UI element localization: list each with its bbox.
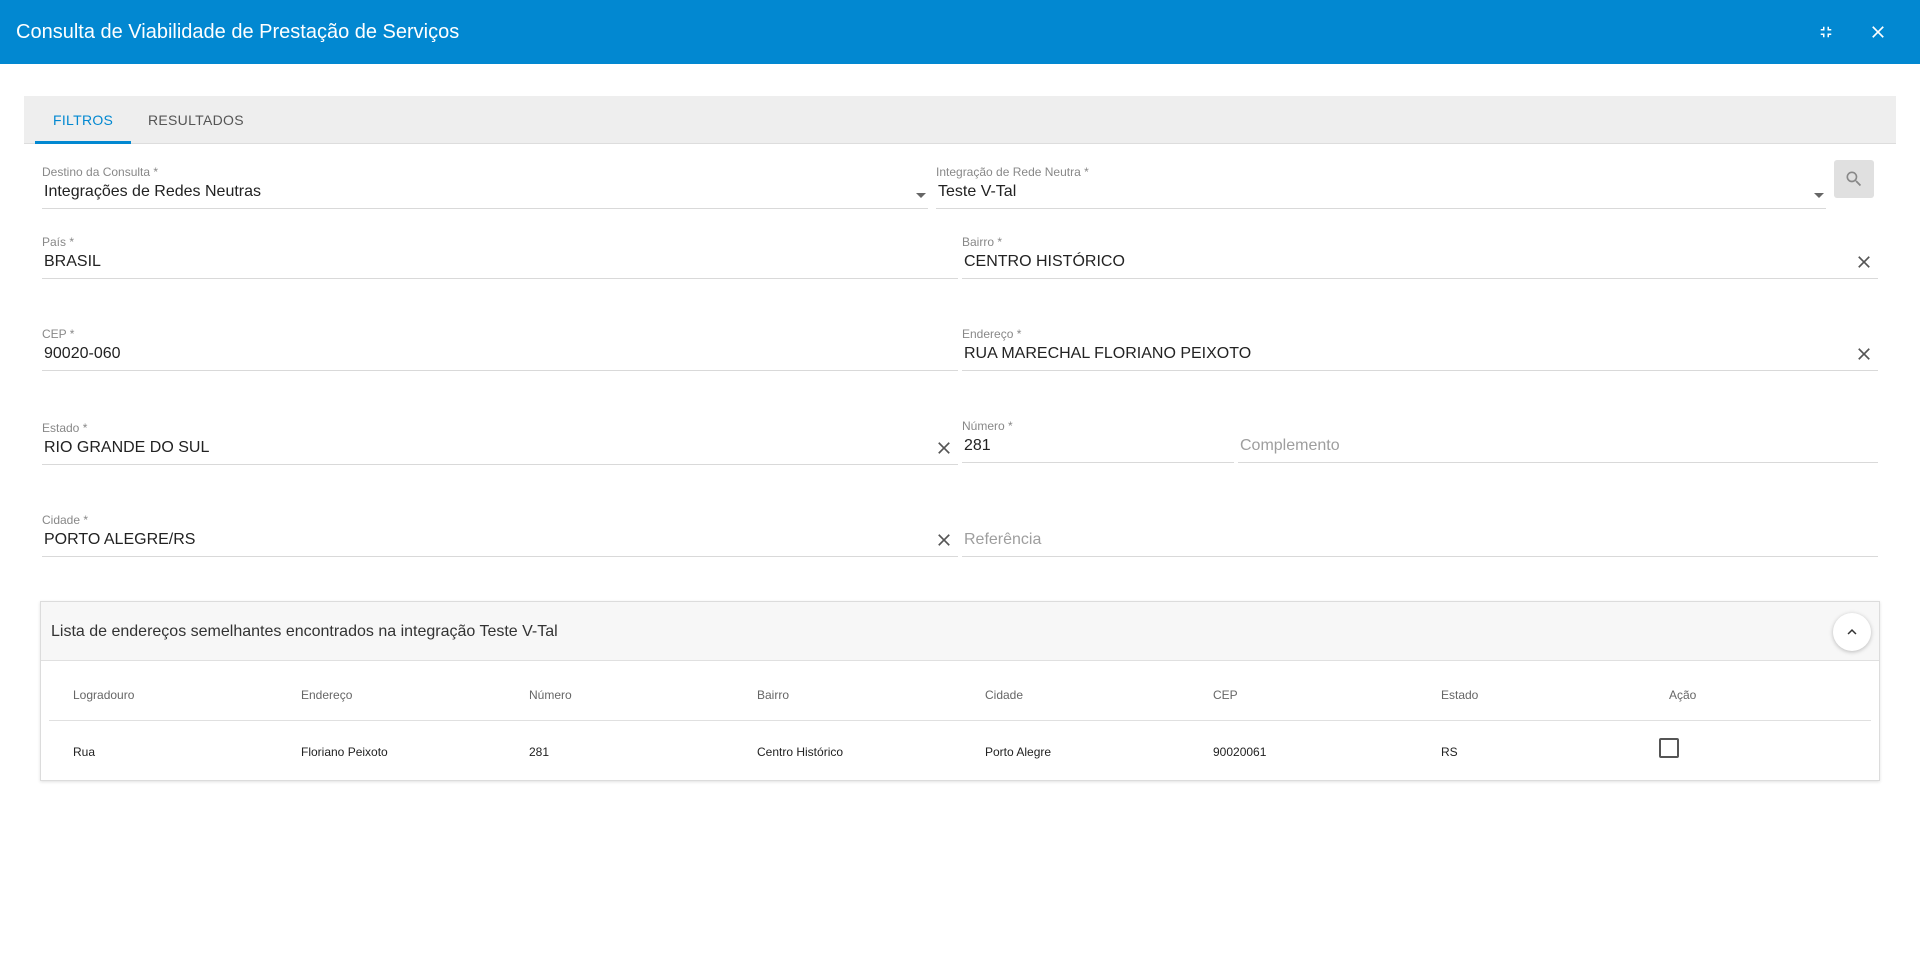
field-label: Endereço *: [962, 327, 1022, 341]
field-label: Bairro *: [962, 235, 1003, 249]
field-value: Integrações de Redes Neutras: [44, 183, 262, 200]
panel-header[interactable]: Lista de endereços semelhantes encontrad…: [41, 602, 1879, 661]
complemento-field[interactable]: Complemento: [1238, 419, 1878, 463]
field-value: Teste V-Tal: [938, 183, 1017, 200]
field-value: CENTRO HISTÓRICO: [964, 253, 1125, 270]
field-placeholder: Complemento: [1240, 437, 1340, 454]
field-placeholder: Referência: [964, 531, 1042, 548]
tab-resultados[interactable]: RESULTADOS: [130, 96, 262, 144]
cell-cep: 90020061: [1213, 745, 1267, 759]
dropdown-arrow-icon[interactable]: [916, 193, 926, 198]
field-label: Cidade *: [42, 513, 89, 527]
column-header-acao: Ação: [1669, 688, 1697, 702]
collapse-panel-button[interactable]: [1833, 613, 1871, 651]
close-icon: [1872, 26, 1884, 38]
field-value: RUA MARECHAL FLORIANO PEIXOTO: [964, 345, 1252, 362]
chevron-up-icon: [1847, 629, 1857, 635]
cep-field[interactable]: CEP * 90020-060: [42, 327, 958, 371]
close-button[interactable]: [1862, 16, 1894, 48]
field-label: Número *: [962, 419, 1013, 433]
field-label: País *: [42, 235, 75, 249]
tab-bar: FILTROS RESULTADOS: [24, 96, 1896, 144]
field-value: RIO GRANDE DO SUL: [44, 439, 210, 456]
endereco-field[interactable]: Endereço * RUA MARECHAL FLORIANO PEIXOTO: [962, 327, 1878, 371]
clear-icon[interactable]: [934, 438, 954, 458]
bairro-field[interactable]: Bairro * CENTRO HISTÓRICO: [962, 235, 1878, 279]
field-label: Integração de Rede Neutra *: [936, 165, 1089, 179]
panel-title: Lista de endereços semelhantes encontrad…: [51, 623, 558, 640]
similar-addresses-panel: Lista de endereços semelhantes encontrad…: [40, 601, 1880, 781]
cell-endereco: Floriano Peixoto: [301, 745, 388, 759]
window-title: Consulta de Viabilidade de Prestação de …: [16, 21, 460, 43]
field-label: Destino da Consulta *: [42, 165, 159, 179]
clear-icon[interactable]: [1854, 252, 1874, 272]
cidade-field[interactable]: Cidade * PORTO ALEGRE/RS: [42, 513, 958, 557]
dropdown-arrow-icon[interactable]: [1814, 193, 1824, 198]
pais-field[interactable]: País * BRASIL: [42, 235, 958, 279]
table-row: Rua Floriano Peixoto 281 Centro Históric…: [49, 721, 1871, 781]
clear-icon[interactable]: [934, 530, 954, 550]
column-header-cep: CEP: [1213, 688, 1238, 702]
tab-filtros[interactable]: FILTROS: [35, 96, 132, 144]
cell-numero: 281: [529, 745, 550, 759]
title-bar: Consulta de Viabilidade de Prestação de …: [0, 0, 1920, 64]
column-header-endereco: Endereço: [301, 688, 353, 702]
fullscreen-exit-icon: [1820, 26, 1832, 38]
column-header-logradouro: Logradouro: [73, 688, 135, 702]
search-icon: [1846, 171, 1862, 187]
cell-cidade: Porto Alegre: [985, 745, 1052, 759]
referencia-field[interactable]: Referência: [962, 513, 1878, 557]
search-button[interactable]: [1834, 160, 1874, 198]
column-header-bairro: Bairro: [757, 688, 790, 702]
column-header-cidade: Cidade: [985, 688, 1024, 702]
addresses-table: Logradouro Endereço Número Bairro Cidade…: [49, 662, 1871, 781]
exit-fullscreen-button[interactable]: [1810, 16, 1842, 48]
numero-field[interactable]: Número * 281: [962, 419, 1234, 463]
column-header-estado: Estado: [1441, 688, 1479, 702]
field-value: BRASIL: [44, 253, 101, 270]
field-value: PORTO ALEGRE/RS: [44, 531, 196, 548]
cell-logradouro: Rua: [73, 745, 96, 759]
field-label: Estado *: [42, 421, 88, 435]
field-label: CEP *: [42, 327, 75, 341]
field-value: 281: [964, 437, 991, 454]
integracao-rede-neutra-select[interactable]: Integração de Rede Neutra * Teste V-Tal: [936, 165, 1826, 209]
cell-bairro: Centro Histórico: [757, 745, 844, 759]
field-value: 90020-060: [44, 345, 121, 362]
clear-icon[interactable]: [1854, 344, 1874, 364]
estado-field[interactable]: Estado * RIO GRANDE DO SUL: [42, 421, 958, 465]
select-address-checkbox[interactable]: [1659, 738, 1679, 758]
column-header-numero: Número: [529, 688, 572, 702]
cell-estado: RS: [1441, 745, 1458, 759]
table-header-row: Logradouro Endereço Número Bairro Cidade…: [49, 662, 1871, 721]
destino-consulta-select[interactable]: Destino da Consulta * Integrações de Red…: [42, 165, 928, 209]
